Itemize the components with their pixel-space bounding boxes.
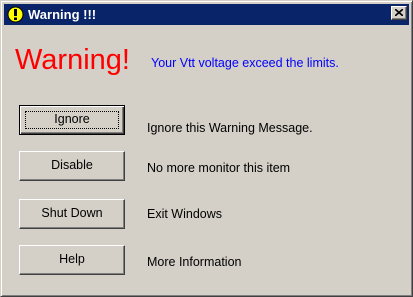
close-icon [395,9,403,16]
ignore-button-label: Ignore [54,112,90,126]
shut-down-description: Exit Windows [147,207,223,221]
exclamation-icon [7,6,24,23]
help-button-label: Help [59,252,85,266]
disable-button-label: Disable [51,158,93,172]
warning-heading: Warning! [15,44,130,76]
window-title: Warning !!! [28,7,97,22]
warning-dialog: Warning !!! Warning! Your Vtt voltage ex… [0,0,413,297]
disable-button[interactable]: Disable [19,151,125,181]
help-description: More Information [147,255,242,269]
close-button[interactable] [391,6,407,20]
disable-description: No more monitor this item [147,161,291,175]
shut-down-button-label: Shut Down [41,206,103,220]
help-button[interactable]: Help [19,245,125,275]
title-bar[interactable]: Warning !!! [4,4,409,25]
ignore-description: Ignore this Warning Message. [147,121,313,135]
warning-message: Your Vtt voltage exceed the limits. [151,56,339,70]
shut-down-button[interactable]: Shut Down [19,199,125,229]
ignore-button[interactable]: Ignore [19,105,125,135]
